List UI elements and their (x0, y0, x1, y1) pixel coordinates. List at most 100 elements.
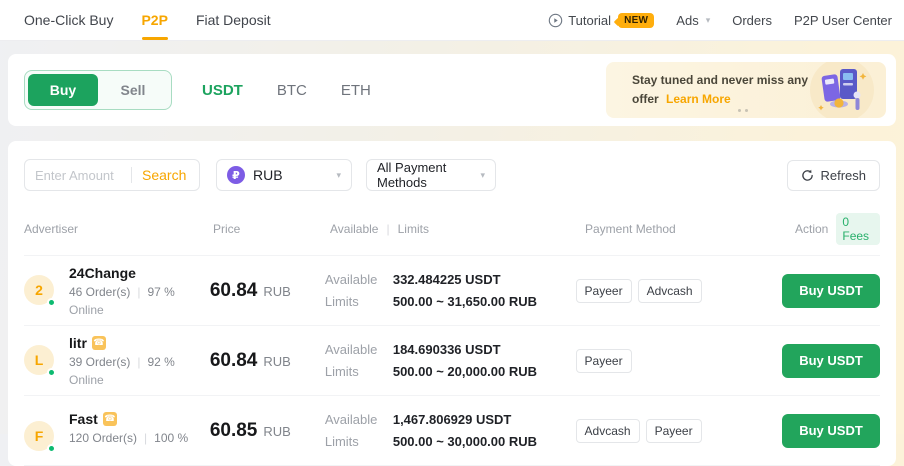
online-status-label: Online (69, 303, 175, 317)
buy-sell-toggle: Buy Sell (24, 70, 172, 110)
price-value: 60.85 (210, 420, 258, 441)
available-limits-values: 1,467.806929 USDT 500.00 ~ 30,000.00 RUB (393, 412, 537, 449)
available-value: 184.690336 USDT (393, 342, 537, 357)
header-action: Action 0 Fees (795, 213, 880, 245)
header-available-limits: Available|Limits (330, 222, 585, 236)
nav-fiat-deposit[interactable]: Fiat Deposit (182, 0, 285, 40)
header-action-label: Action (795, 222, 828, 236)
payment-method-chip: Advcash (638, 279, 702, 303)
online-status-dot (47, 444, 56, 453)
payment-method-select[interactable]: All Payment Methods ▾ (366, 159, 496, 191)
price-currency: RUB (263, 424, 290, 439)
online-status-dot (47, 298, 56, 307)
advertiser-stats: 39 Order(s) | 92 % (69, 355, 175, 369)
table-row: L litr ☎ 39 Order(s) | 92 % Online 60.84… (24, 326, 880, 396)
limits-label: Limits (325, 434, 379, 449)
advertiser-info: Fast ☎ 120 Order(s) | 100 % (69, 411, 188, 445)
top-navigation: One-Click Buy P2P Fiat Deposit Tutorial … (0, 0, 904, 41)
avatar[interactable]: 2 (24, 275, 54, 305)
stats-divider: | (137, 355, 140, 369)
advertiser-info: litr ☎ 39 Order(s) | 92 % Online (69, 335, 175, 387)
offer-rows: 2 24Change ☎ 46 Order(s) | 97 % Online 6… (24, 256, 880, 466)
advertiser-cell: 2 24Change ☎ 46 Order(s) | 97 % Online (24, 265, 210, 317)
currency-select[interactable]: ₽ RUB ▾ (216, 159, 352, 191)
promo-banner-text: Stay tuned and never miss any offer Lear… (606, 71, 808, 109)
nav-left: One-Click Buy P2P Fiat Deposit (10, 0, 285, 40)
price-cell: 60.84RUB (210, 350, 325, 372)
advertiser-name-row: Fast ☎ (69, 411, 188, 427)
banner-line2: offer (632, 92, 659, 106)
advertiser-name[interactable]: 24Change (69, 265, 136, 281)
ads-menu[interactable]: Ads ▾ (676, 13, 710, 28)
online-status-dot (47, 368, 56, 377)
buy-usdt-button[interactable]: Buy USDT (782, 344, 880, 378)
limits-value: 500.00 ~ 30,000.00 RUB (393, 434, 537, 449)
advertiser-name[interactable]: litr (69, 335, 87, 351)
filter-row: Search ₽ RUB ▾ All Payment Methods ▾ (24, 159, 880, 191)
nav-one-click-buy-label: One-Click Buy (24, 12, 113, 28)
available-limits-cell: Available Limits 332.484225 USDT 500.00 … (325, 272, 576, 309)
refresh-button[interactable]: Refresh (787, 160, 880, 191)
payment-method-chip: Payeer (576, 279, 632, 303)
chevron-down-icon: ▾ (336, 170, 341, 181)
header-payment-method: Payment Method (585, 222, 795, 236)
payment-methods-cell: Payeer (576, 349, 782, 373)
ads-label: Ads (676, 13, 698, 28)
buy-usdt-button[interactable]: Buy USDT (782, 414, 880, 448)
stats-divider: | (144, 431, 147, 445)
amount-input[interactable] (35, 168, 121, 183)
price-cell: 60.84RUB (210, 280, 325, 302)
available-limits-labels: Available Limits (325, 412, 379, 449)
avatar[interactable]: L (24, 345, 54, 375)
buy-toggle-button[interactable]: Buy (28, 74, 98, 106)
search-button[interactable]: Search (142, 167, 186, 183)
tab-usdt[interactable]: USDT (202, 82, 243, 99)
payment-method-value: All Payment Methods (377, 160, 480, 190)
advertiser-cell: L litr ☎ 39 Order(s) | 92 % Online (24, 335, 210, 387)
completion-rate: 97 % (147, 285, 174, 299)
promo-banner[interactable]: Stay tuned and never miss any offer Lear… (606, 62, 886, 118)
ruble-coin-icon: ₽ (227, 166, 245, 184)
header-price: Price (213, 222, 330, 236)
refresh-icon (801, 169, 814, 182)
avatar[interactable]: F (24, 421, 54, 451)
nav-p2p[interactable]: P2P (127, 0, 181, 40)
nav-p2p-label: P2P (141, 12, 167, 28)
banner-carousel-dots[interactable] (738, 109, 748, 112)
orders-label: Orders (732, 13, 772, 28)
header-divider: | (386, 222, 389, 236)
zero-fees-badge: 0 Fees (836, 213, 880, 245)
coin-tabs: USDT BTC ETH (202, 82, 371, 99)
tutorial-label: Tutorial (568, 13, 611, 28)
nav-one-click-buy[interactable]: One-Click Buy (10, 0, 127, 40)
advertiser-name[interactable]: Fast (69, 411, 98, 427)
phones-illustration-icon (813, 62, 871, 118)
nav-fiat-deposit-label: Fiat Deposit (196, 12, 271, 28)
p2p-user-center-link[interactable]: P2P User Center (794, 13, 892, 28)
refresh-label: Refresh (820, 168, 866, 183)
tab-eth[interactable]: ETH (341, 82, 371, 99)
orders-link[interactable]: Orders (732, 13, 772, 28)
buy-usdt-button[interactable]: Buy USDT (782, 274, 880, 308)
header-limits: Limits (398, 222, 429, 236)
advertiser-cell: F Fast ☎ 120 Order(s) | 100 % (24, 411, 210, 451)
tab-btc[interactable]: BTC (277, 82, 307, 99)
stats-divider: | (137, 285, 140, 299)
payment-method-chip: Advcash (576, 419, 640, 443)
learn-more-link[interactable]: Learn More (666, 92, 731, 106)
advertiser-name-row: 24Change ☎ (69, 265, 175, 281)
available-label: Available (325, 272, 379, 287)
limits-label: Limits (325, 364, 379, 379)
price-value: 60.84 (210, 280, 258, 301)
limits-value: 500.00 ~ 31,650.00 RUB (393, 294, 537, 309)
payment-method-chip: Payeer (646, 419, 702, 443)
advertiser-info: 24Change ☎ 46 Order(s) | 97 % Online (69, 265, 175, 317)
tutorial-play-icon (548, 13, 563, 28)
page-content: Buy Sell USDT BTC ETH Stay tuned and nev… (0, 41, 904, 466)
action-cell: Buy USDT (782, 274, 880, 308)
available-limits-labels: Available Limits (325, 342, 379, 379)
user-center-label: P2P User Center (794, 13, 892, 28)
sell-toggle-button[interactable]: Sell (98, 74, 168, 106)
tutorial-link[interactable]: Tutorial NEW (548, 13, 654, 28)
price-cell: 60.85 RUB (210, 420, 325, 442)
